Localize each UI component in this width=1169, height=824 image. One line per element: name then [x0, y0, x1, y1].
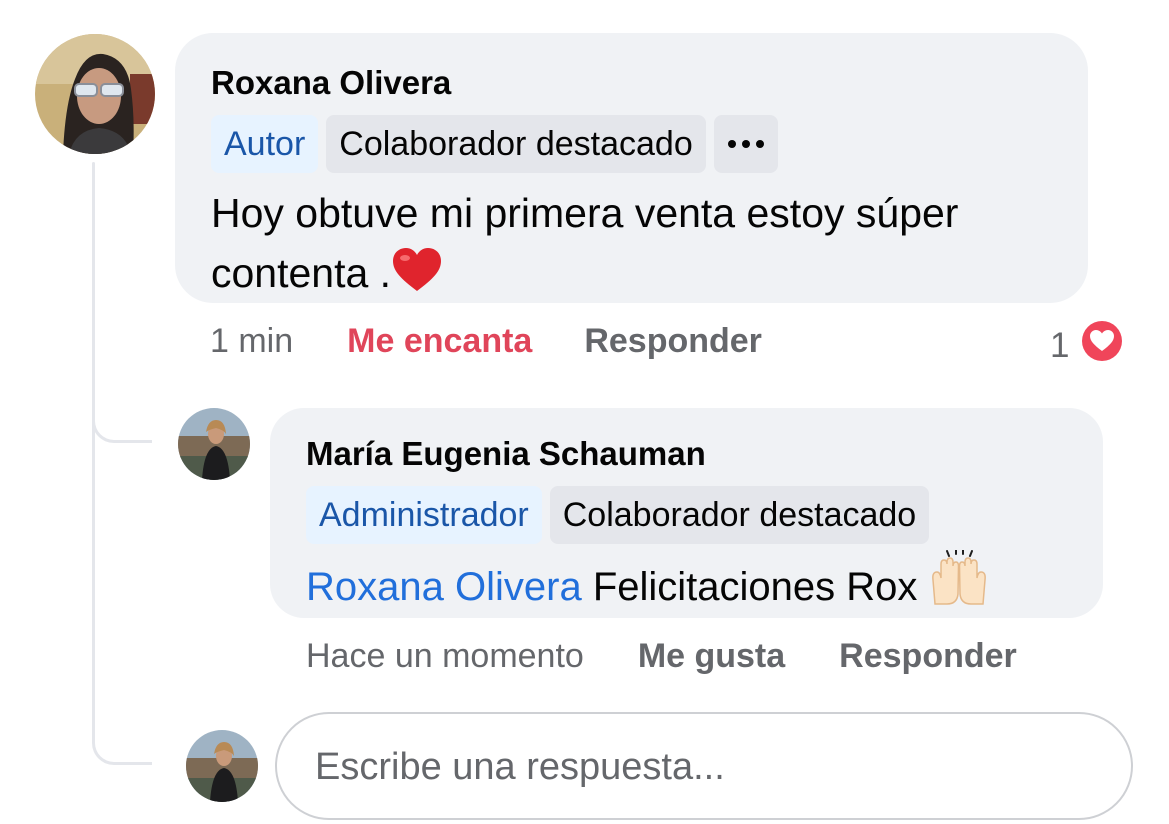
- reply-author-name[interactable]: María Eugenia Schauman: [306, 434, 1067, 474]
- thread-connector-line: [92, 162, 95, 732]
- comment-timestamp[interactable]: 1 min: [210, 322, 293, 361]
- reply-timestamp[interactable]: Hace un momento: [306, 637, 584, 676]
- thread-branch-input: [92, 725, 152, 765]
- red-heart-icon: [391, 247, 443, 309]
- reply-input-container[interactable]: [275, 712, 1133, 820]
- avatar[interactable]: [35, 34, 155, 154]
- avatar: [186, 730, 258, 802]
- comment-body: Hoy obtuve mi primera venta estoy súper …: [211, 190, 959, 296]
- more-horizontal-icon: [727, 140, 764, 148]
- reply-actions: Hace un momento Me gusta Responder: [306, 633, 1017, 679]
- comment-actions: 1 min Me encanta Responder: [210, 318, 762, 364]
- top-contributor-badge[interactable]: Colaborador destacado: [549, 486, 930, 544]
- reply-text: Roxana Olivera Felicitaciones Rox: [306, 549, 1067, 622]
- avatar[interactable]: [178, 408, 250, 480]
- author-badge[interactable]: Autor: [211, 115, 319, 173]
- reply-button[interactable]: Responder: [584, 322, 762, 361]
- like-button[interactable]: Me gusta: [638, 637, 785, 676]
- reply-input[interactable]: [313, 736, 1097, 798]
- profile-photo-icon: [186, 730, 258, 802]
- reply-body: Felicitaciones Rox: [592, 565, 918, 609]
- reaction-summary[interactable]: 1: [1050, 316, 1127, 375]
- comment-author-name[interactable]: Roxana Olivera: [211, 63, 1052, 103]
- love-reaction-icon: [1077, 316, 1127, 375]
- comment-thread: Roxana Olivera Autor Colaborador destaca…: [0, 0, 1169, 824]
- comment-text: Hoy obtuve mi primera venta estoy súper …: [211, 183, 1052, 309]
- reply-bubble: María Eugenia Schauman Administrador Col…: [270, 408, 1103, 618]
- top-contributor-badge[interactable]: Colaborador destacado: [326, 115, 706, 173]
- love-reaction-button[interactable]: Me encanta: [347, 322, 532, 361]
- comment-bubble: Roxana Olivera Autor Colaborador destaca…: [175, 33, 1088, 303]
- reaction-count: 1: [1050, 325, 1070, 365]
- raising-hands-icon: [929, 549, 989, 622]
- profile-photo-icon: [178, 408, 250, 480]
- thread-branch-reply: [92, 403, 152, 443]
- comment-badges: Autor Colaborador destacado: [211, 115, 1052, 173]
- reply-badges: Administrador Colaborador destacado: [306, 486, 1067, 544]
- reply-button[interactable]: Responder: [839, 637, 1017, 676]
- admin-badge[interactable]: Administrador: [306, 486, 542, 544]
- profile-photo-icon: [35, 34, 155, 154]
- mention-link[interactable]: Roxana Olivera: [306, 565, 582, 609]
- more-options-button[interactable]: [713, 115, 778, 173]
